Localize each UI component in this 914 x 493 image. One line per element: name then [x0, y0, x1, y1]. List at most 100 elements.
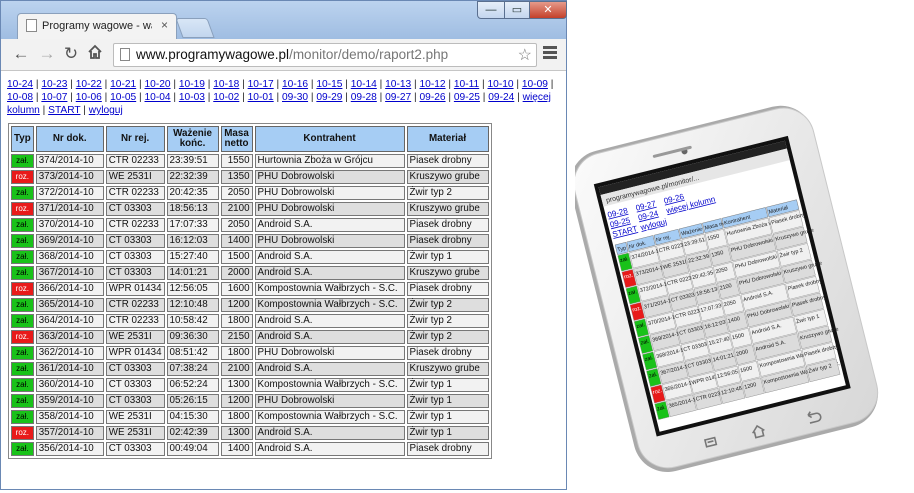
date-link-10-09[interactable]: 10-09 — [522, 79, 548, 90]
address-bar[interactable]: www.programywagowe.pl/monitor/demo/rapor… — [113, 43, 537, 67]
net-mass-cell: 1800 — [220, 346, 253, 360]
link-separator: | — [101, 92, 111, 103]
weighing-time-cell: 08:51:42 — [166, 346, 219, 360]
link-separator: | — [513, 79, 522, 90]
logout-link[interactable]: wyloguj — [89, 105, 123, 116]
registration-cell: CTR 02233 — [105, 218, 165, 232]
date-link-10-18[interactable]: 10-18 — [213, 79, 239, 90]
date-link-10-20[interactable]: 10-20 — [145, 79, 171, 90]
date-link-10-21[interactable]: 10-21 — [110, 79, 136, 90]
table-row: zał. 370/2014-10 CTR 02233 17:07:33 2050 Andr… — [11, 218, 489, 232]
date-link-10-10[interactable]: 10-10 — [488, 79, 514, 90]
table-row: zał. 356/2014-10 CT 03303 00:49:04 1400 Andro… — [11, 442, 489, 456]
weighing-time-cell: 15:27:40 — [166, 250, 219, 264]
net-mass-cell: 1400 — [220, 442, 253, 456]
bookmark-star-icon[interactable]: ☆ — [518, 45, 532, 65]
link-separator: | — [479, 79, 488, 90]
date-link-09-29[interactable]: 09-29 — [316, 92, 342, 103]
date-link-10-06[interactable]: 10-06 — [76, 92, 102, 103]
new-tab-button[interactable] — [175, 18, 215, 38]
date-link-10-05[interactable]: 10-05 — [110, 92, 136, 103]
date-link-10-16[interactable]: 10-16 — [282, 79, 308, 90]
doc-number-cell: 366/2014-10 — [35, 282, 104, 296]
weighing-time-cell: 02:42:39 — [166, 426, 219, 440]
net-mass-cell: 1200 — [220, 298, 253, 312]
date-link-10-24[interactable]: 10-24 — [7, 79, 33, 90]
contractor-cell: PHU Dobrowolski — [254, 170, 405, 184]
date-link-10-23[interactable]: 10-23 — [41, 79, 67, 90]
net-mass-cell: 1200 — [220, 394, 253, 408]
start-link[interactable]: START — [48, 105, 80, 116]
table-row: zał. 359/2014-10 CT 03303 05:26:15 1200 PHU D… — [11, 394, 489, 408]
material-cell: Kruszywo grube — [406, 170, 489, 184]
material-cell: Żwir typ 2 — [406, 330, 489, 344]
weighing-report-table: Typ Nr dok. Nr rej. Ważenie końc. Masa n… — [8, 123, 492, 459]
registration-cell: WPR 01434 — [105, 346, 165, 360]
back-arrow-icon[interactable]: ← — [11, 44, 31, 64]
table-row: zał. 367/2014-10 CT 03303 14:01:21 2000 Andro… — [11, 266, 489, 280]
net-mass-cell: 1800 — [220, 314, 253, 328]
date-link-09-28[interactable]: 09-28 — [351, 92, 377, 103]
date-link-10-19[interactable]: 10-19 — [179, 79, 205, 90]
date-link-10-01[interactable]: 10-01 — [248, 92, 274, 103]
reload-icon[interactable]: ↻ — [61, 44, 81, 64]
title-bar: Programy wagowe - waże × — ▭ ✕ — [1, 1, 567, 39]
date-link-10-15[interactable]: 10-15 — [316, 79, 342, 90]
registration-cell: CT 03303 — [105, 362, 165, 376]
date-link-10-04[interactable]: 10-04 — [145, 92, 171, 103]
smartphone-mockup: programywagowe.pl/monitor/... 09-28 09-27… — [569, 88, 910, 488]
date-link-10-14[interactable]: 10-14 — [351, 79, 377, 90]
contractor-cell: PHU Dobrowolski — [254, 202, 405, 216]
link-separator: | — [411, 92, 420, 103]
home-icon[interactable] — [85, 44, 105, 64]
link-separator: | — [547, 79, 554, 90]
minimize-button[interactable]: — — [477, 1, 505, 19]
doc-number-cell: 373/2014-10 — [35, 170, 104, 184]
contractor-cell: PHU Dobrowolski — [254, 186, 405, 200]
link-separator: | — [136, 92, 145, 103]
material-cell: Piasek drobny — [406, 282, 489, 296]
link-separator: | — [239, 79, 248, 90]
date-link-10-11[interactable]: 10-11 — [454, 79, 479, 90]
menu-icon[interactable] — [543, 46, 557, 62]
link-separator: | — [411, 79, 420, 90]
type-badge: roz. — [11, 202, 34, 216]
header-material: Materiał — [406, 126, 489, 152]
doc-number-cell: 361/2014-10 — [35, 362, 104, 376]
tab-close-icon[interactable]: × — [161, 18, 168, 32]
material-cell: Żwir typ 1 — [406, 426, 489, 440]
date-link-09-27[interactable]: 09-27 — [385, 92, 411, 103]
type-badge: zał. — [11, 394, 34, 408]
forward-arrow-icon[interactable]: → — [37, 44, 57, 64]
date-link-10-13[interactable]: 10-13 — [385, 79, 411, 90]
type-badge: zał. — [11, 266, 34, 280]
browser-toolbar: ← → ↻ www.programywagowe.pl/monitor/demo… — [1, 39, 566, 71]
contractor-cell: Hurtownia Zboża w Grójcu — [254, 154, 405, 168]
date-link-10-03[interactable]: 10-03 — [179, 92, 205, 103]
registration-cell: WE 2531I — [105, 170, 165, 184]
date-link-10-02[interactable]: 10-02 — [213, 92, 239, 103]
date-link-09-24[interactable]: 09-24 — [488, 92, 514, 103]
date-link-10-17[interactable]: 10-17 — [248, 79, 274, 90]
weighing-time-cell: 06:52:24 — [166, 378, 219, 392]
date-navigation: 10-24 | 10-23 | 10-22 | 10-21 | 10-20 | … — [7, 78, 555, 117]
table-row: roz. 371/2014-10 CT 03303 18:56:13 2100 PHU D… — [11, 202, 489, 216]
date-link-09-30[interactable]: 09-30 — [282, 92, 308, 103]
link-separator: | — [376, 92, 386, 103]
date-link-09-25[interactable]: 09-25 — [454, 92, 480, 103]
date-link-10-22[interactable]: 10-22 — [76, 79, 102, 90]
date-link-10-07[interactable]: 10-07 — [41, 92, 67, 103]
link-separator: | — [67, 79, 76, 90]
material-cell: Kruszywo grube — [406, 202, 489, 216]
date-link-10-08[interactable]: 10-08 — [7, 92, 33, 103]
table-row: roz. 373/2014-10 WE 2531I 22:32:39 1350 PHU D… — [11, 170, 489, 184]
maximize-button[interactable]: ▭ — [504, 1, 530, 19]
page-favicon-icon — [26, 19, 37, 32]
type-badge: zał. — [11, 234, 34, 248]
doc-number-cell: 372/2014-10 — [35, 186, 104, 200]
browser-tab[interactable]: Programy wagowe - waże × — [17, 13, 177, 39]
date-link-10-12[interactable]: 10-12 — [420, 79, 446, 90]
close-window-button[interactable]: ✕ — [529, 1, 567, 19]
contractor-cell: Android S.A. — [254, 266, 405, 280]
date-link-09-26[interactable]: 09-26 — [420, 92, 446, 103]
